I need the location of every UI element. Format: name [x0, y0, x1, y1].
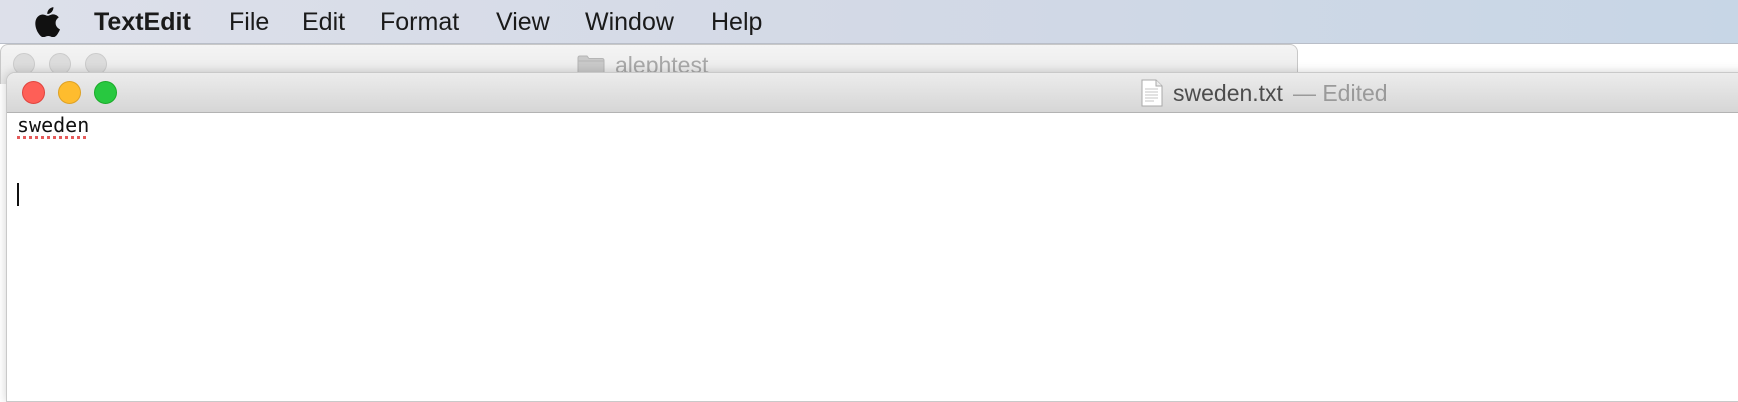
- zoom-button[interactable]: [94, 81, 117, 104]
- menu-bar: TextEdit File Edit Format View Window He…: [0, 0, 1738, 44]
- window-title: sweden.txt — Edited: [1141, 77, 1388, 109]
- menu-app-name[interactable]: TextEdit: [94, 0, 191, 44]
- text-document-icon[interactable]: [1141, 79, 1163, 107]
- apple-menu-icon[interactable]: [34, 7, 60, 37]
- text-editor[interactable]: sweden: [7, 113, 1738, 401]
- window-title-filename: sweden.txt: [1173, 79, 1283, 106]
- menu-format[interactable]: Format: [380, 0, 459, 44]
- menu-help[interactable]: Help: [711, 0, 762, 44]
- menu-window[interactable]: Window: [585, 0, 674, 44]
- minimize-button[interactable]: [58, 81, 81, 104]
- menu-file[interactable]: File: [229, 0, 269, 44]
- text-caret: [17, 183, 19, 206]
- close-button[interactable]: [22, 81, 45, 104]
- textedit-window[interactable]: sweden.txt — Edited sweden: [6, 72, 1738, 402]
- window-title-edited-status: — Edited: [1292, 79, 1388, 106]
- menu-view[interactable]: View: [496, 0, 550, 44]
- document-text-line[interactable]: sweden: [17, 113, 89, 137]
- menu-edit[interactable]: Edit: [302, 0, 345, 44]
- title-bar[interactable]: sweden.txt — Edited: [7, 73, 1738, 113]
